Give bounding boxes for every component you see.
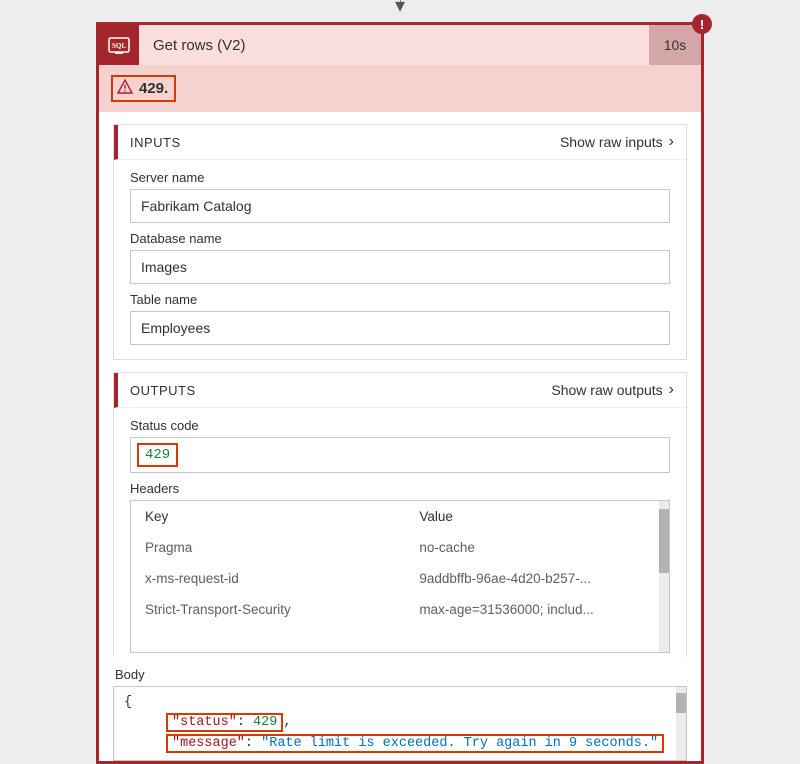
body-label: Body <box>115 667 685 682</box>
error-code-text: 429. <box>139 80 168 97</box>
scrollbar[interactable] <box>659 501 669 652</box>
json-message-highlight: "message": "Rate limit is exceeded. Try … <box>166 734 664 753</box>
table-name-value: Employees <box>130 311 670 345</box>
show-raw-outputs-link[interactable]: Show raw outputs › <box>551 381 674 399</box>
table-row: x-ms-request-id 9addbffb-96ae-4d20-b257-… <box>131 563 669 594</box>
show-raw-inputs-label: Show raw inputs <box>560 134 663 150</box>
field-label: Server name <box>130 170 670 185</box>
action-header[interactable]: SQL Get rows (V2) 10s ! <box>99 25 701 65</box>
headers-list[interactable]: Pragma no-cache x-ms-request-id 9addbffb… <box>131 532 669 652</box>
svg-text:SQL: SQL <box>112 42 126 50</box>
inputs-title: INPUTS <box>130 135 560 150</box>
json-open-brace: { <box>124 695 132 710</box>
table-row: Pragma no-cache <box>131 532 669 563</box>
headers-column-row: Key Value <box>131 501 669 532</box>
body-json-box: { "status": 429, "message": "Rate limit … <box>113 686 687 761</box>
headers-table: Key Value Pragma no-cache x-ms-request-i… <box>130 500 670 653</box>
server-name-value: Fabrikam Catalog <box>130 189 670 223</box>
inputs-panel: INPUTS Show raw inputs › Server name Fab… <box>113 124 687 360</box>
database-name-value: Images <box>130 250 670 284</box>
scrollbar-thumb[interactable] <box>676 693 686 713</box>
json-status-highlight: "status": 429 <box>166 713 283 732</box>
error-band: 429. <box>99 65 701 112</box>
field-label: Database name <box>130 231 670 246</box>
error-badge-icon: ! <box>692 14 712 34</box>
headers-col-value: Value <box>419 509 653 524</box>
header-value: no-cache <box>419 540 653 555</box>
inputs-header: INPUTS Show raw inputs › <box>114 125 686 160</box>
show-raw-inputs-link[interactable]: Show raw inputs › <box>560 133 674 151</box>
outputs-panel: OUTPUTS Show raw outputs › Status code 4… <box>113 372 687 657</box>
field-label: Table name <box>130 292 670 307</box>
inputs-body: Server name Fabrikam Catalog Database na… <box>114 160 686 359</box>
status-code-value: 429 <box>137 443 178 467</box>
action-title: Get rows (V2) <box>139 25 649 65</box>
status-code-box: 429 <box>130 437 670 473</box>
action-card-get-rows: SQL Get rows (V2) 10s ! 429. INPUTS Show… <box>96 22 704 764</box>
header-value: max-age=31536000; includ... <box>419 602 653 617</box>
error-code-highlight: 429. <box>111 75 176 102</box>
warning-icon <box>117 79 133 98</box>
action-duration: 10s <box>649 25 701 65</box>
sql-icon: SQL <box>99 25 139 65</box>
header-value: 9addbffb-96ae-4d20-b257-... <box>419 571 653 586</box>
header-key: x-ms-request-id <box>145 571 419 586</box>
json-number: 429 <box>253 715 277 730</box>
outputs-title: OUTPUTS <box>130 383 551 398</box>
chevron-right-icon: › <box>669 133 674 151</box>
header-key: Strict-Transport-Security <box>145 602 419 617</box>
chevron-right-icon: › <box>669 381 674 399</box>
scrollbar[interactable] <box>676 687 686 760</box>
json-string: "Rate limit is exceeded. Try again in 9 … <box>261 736 658 751</box>
show-raw-outputs-label: Show raw outputs <box>551 382 662 398</box>
status-code-label: Status code <box>130 418 670 433</box>
json-key: "status" <box>172 715 237 730</box>
table-row: Strict-Transport-Security max-age=315360… <box>131 594 669 625</box>
header-key: Pragma <box>145 540 419 555</box>
headers-label: Headers <box>130 481 670 496</box>
flow-arrow-icon: ▾ <box>395 0 405 16</box>
outputs-header: OUTPUTS Show raw outputs › <box>114 373 686 408</box>
headers-col-key: Key <box>145 509 419 524</box>
outputs-body: Status code 429 Headers Key Value Pragma… <box>114 408 686 657</box>
scrollbar-thumb[interactable] <box>659 509 669 573</box>
json-key: "message" <box>172 736 245 751</box>
